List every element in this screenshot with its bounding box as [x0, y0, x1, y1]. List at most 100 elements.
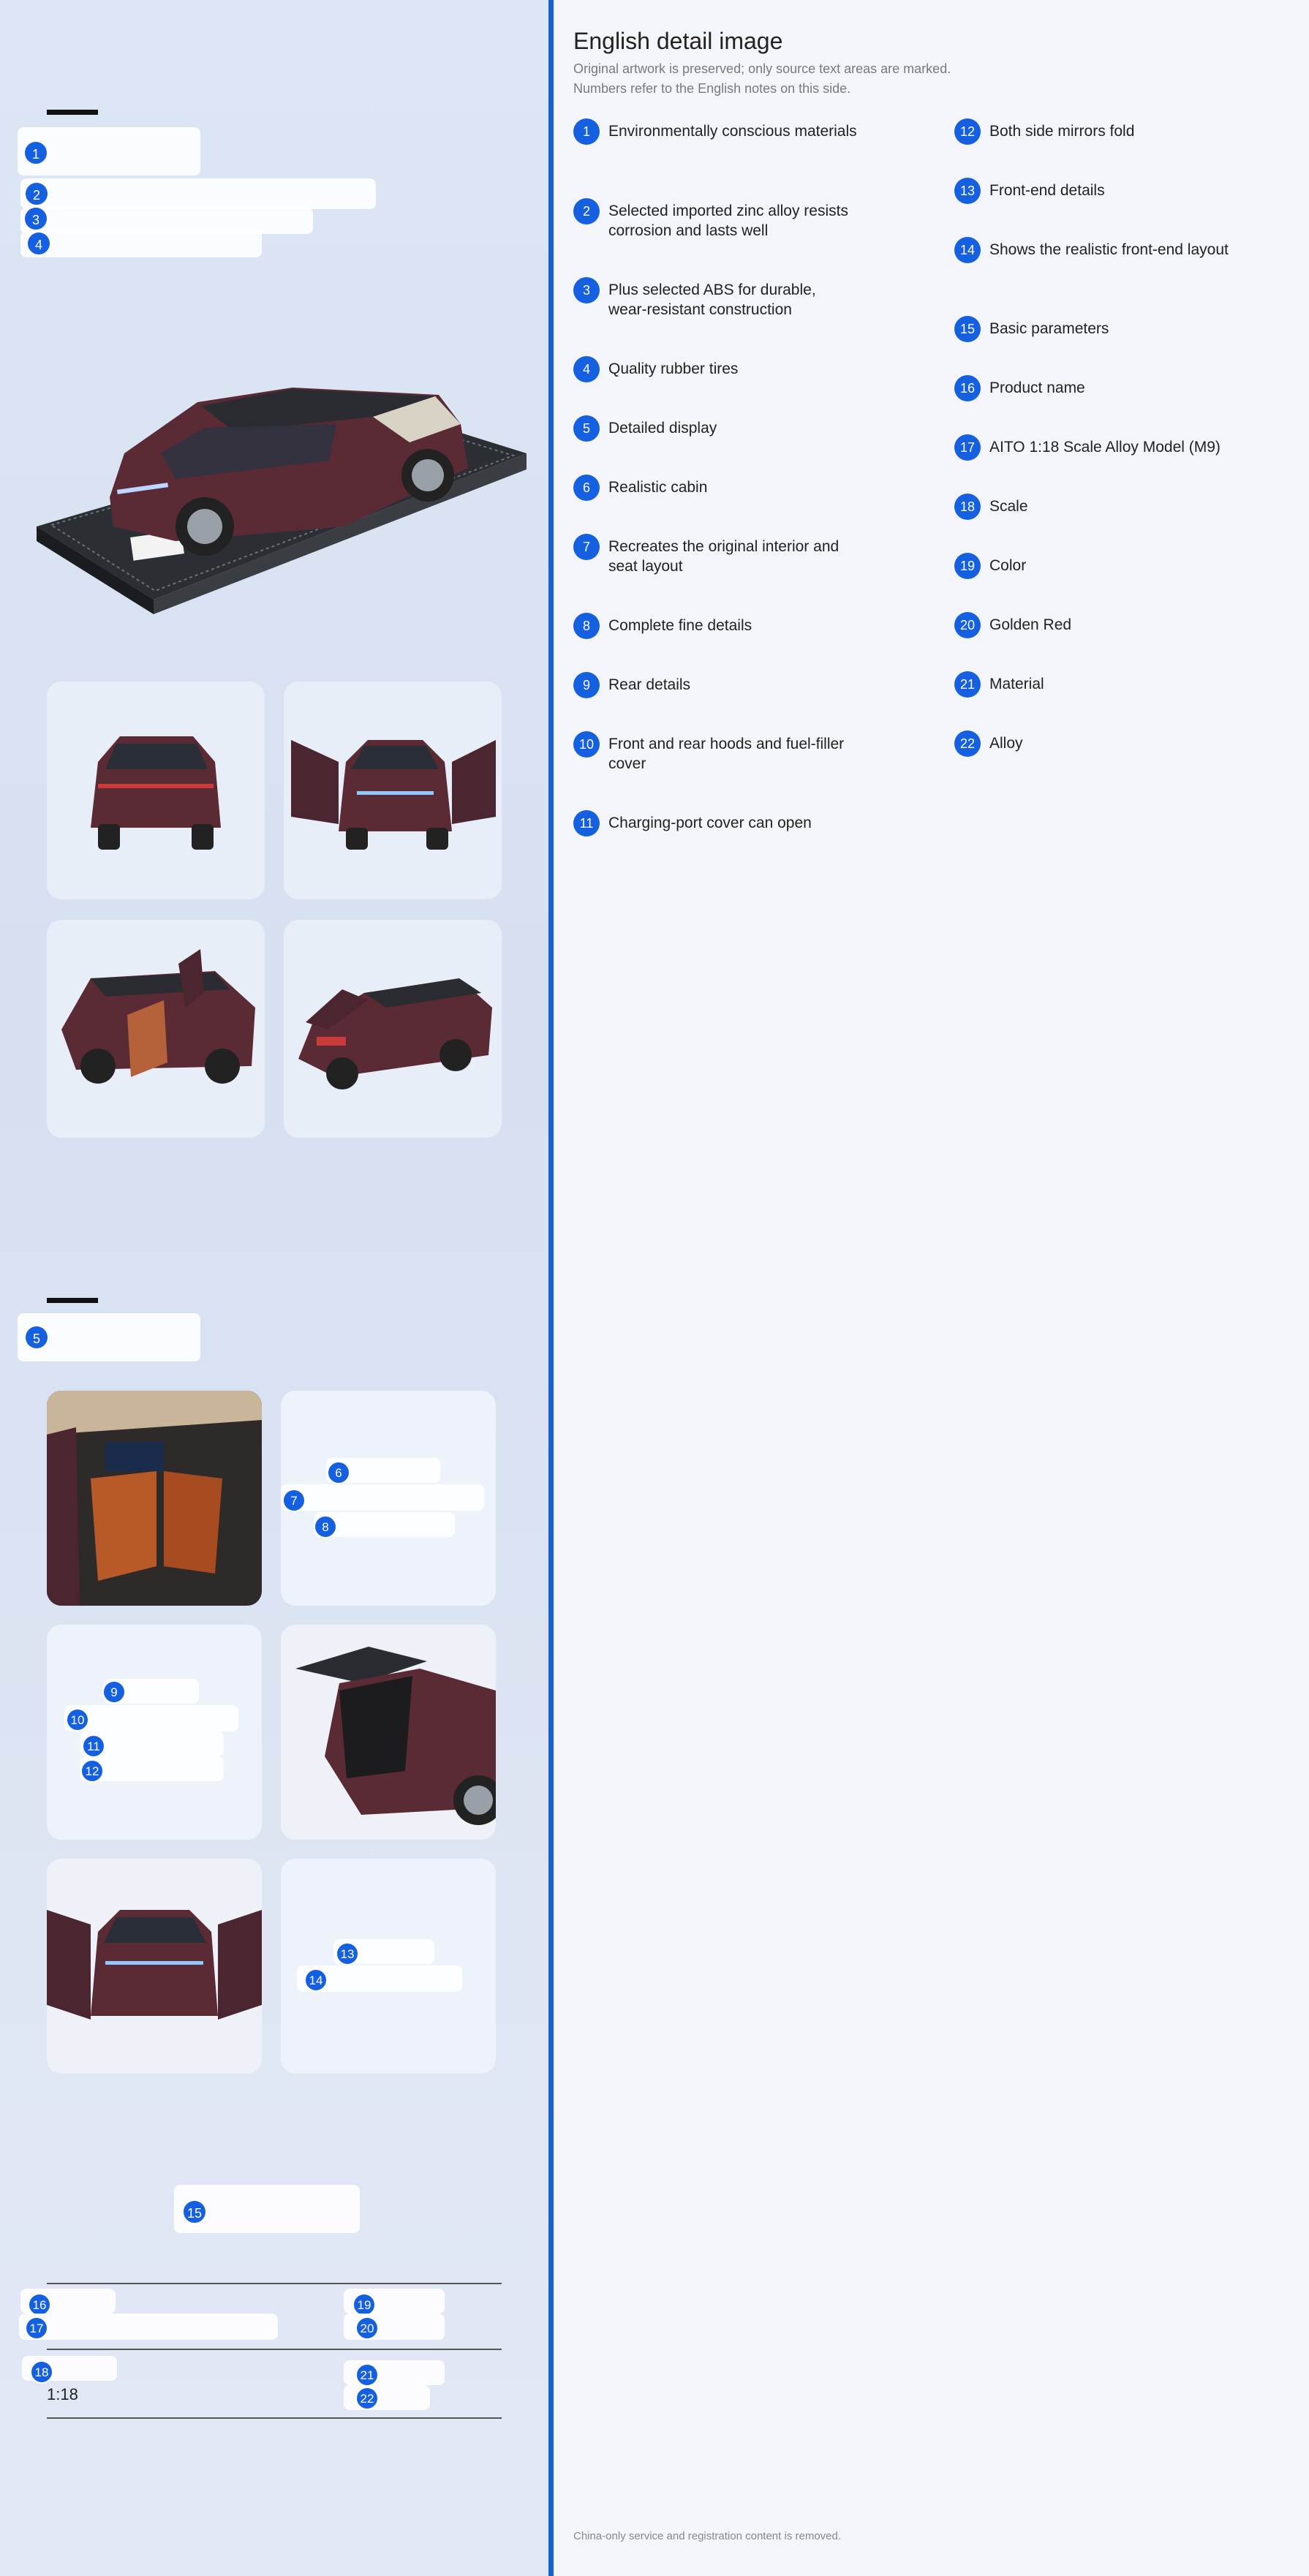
car-side-doors-open-photo — [47, 920, 265, 1138]
note-text: Selected imported zinc alloy resists cor… — [608, 203, 848, 239]
note-text: Environmentally conscious materials — [608, 123, 857, 140]
car-rear-photo — [47, 681, 265, 899]
note-text: Realistic cabin — [608, 479, 708, 496]
interior-photo — [47, 1391, 262, 1606]
trunk-photo — [281, 1625, 496, 1840]
note-text: Shows the realistic front-end layout — [989, 241, 1229, 258]
note-text: Material — [989, 676, 1044, 692]
note-text: Golden Red — [989, 616, 1072, 633]
original-artwork: 1 2 3 4 5 6 7 8 9 10 11 12 13 14 15 16 1… — [0, 0, 548, 2576]
note-item: 1 Environmentally conscious materials — [573, 118, 895, 145]
masked-text — [19, 2314, 278, 2340]
marker: 12 — [80, 1759, 104, 1783]
note-number-badge: 4 — [573, 356, 600, 382]
marker: 5 — [24, 1325, 49, 1350]
note-item: 11 Charging-port cover can open — [573, 810, 895, 836]
note-number-badge: 22 — [954, 730, 981, 757]
masked-text — [64, 1705, 238, 1731]
marker: 15 — [182, 2199, 207, 2224]
marker: 14 — [304, 1968, 328, 1992]
car-hood-open-photo — [284, 920, 502, 1138]
note-number-badge: 10 — [573, 731, 600, 758]
note-item: 21 Material — [954, 671, 1276, 698]
masked-text — [20, 231, 262, 257]
scale-value: 1:18 — [47, 2385, 78, 2403]
note-number-badge: 14 — [954, 237, 981, 263]
english-notes-panel: English detail image Original artwork is… — [554, 0, 1309, 2576]
note-text: Detailed display — [608, 420, 717, 437]
note-text: Front and rear hoods and fuel-filler cov… — [608, 736, 845, 772]
note-item: 7 Recreates the original interior and sea… — [573, 534, 895, 576]
note-item: 3 Plus selected ABS for durable, wear-res… — [573, 277, 895, 320]
marker: 20 — [355, 2316, 379, 2340]
note-text: Basic parameters — [989, 320, 1109, 337]
note-item: 15 Basic parameters — [954, 316, 1276, 342]
table-rule — [47, 2283, 502, 2284]
notes-subtitle: Numbers refer to the English notes on th… — [573, 81, 851, 96]
note-item: 9 Rear details — [573, 672, 895, 698]
note-text: Color — [989, 557, 1027, 574]
panel-divider — [548, 0, 554, 2576]
note-number-badge: 12 — [954, 118, 981, 145]
marker: 2 — [24, 181, 49, 206]
note-text: Charging-port cover can open — [608, 815, 812, 831]
note-text: Front-end details — [989, 182, 1105, 199]
marker: 10 — [66, 1708, 89, 1731]
car-front-doors-open-photo — [284, 681, 502, 899]
marker: 8 — [314, 1515, 337, 1538]
section-bar — [47, 110, 98, 115]
note-item: 19 Color — [954, 553, 1276, 579]
note-item: 14 Shows the realistic front-end layout — [954, 237, 1276, 263]
footer-note: China-only service and registration cont… — [573, 2530, 842, 2542]
note-text: Rear details — [608, 676, 691, 693]
front-view-photo — [47, 1859, 262, 2074]
note-text: AITO 1:18 Scale Alloy Model (M9) — [989, 439, 1221, 456]
note-number-badge: 3 — [573, 277, 600, 303]
note-number-badge: 16 — [954, 375, 981, 401]
marker: 6 — [327, 1461, 350, 1484]
note-number-badge: 20 — [954, 612, 981, 638]
note-number-badge: 19 — [954, 553, 981, 579]
note-item: 16 Product name — [954, 375, 1276, 401]
note-item: 17 AITO 1:18 Scale Alloy Model (M9) — [954, 434, 1276, 461]
note-number-badge: 7 — [573, 534, 600, 560]
masked-text — [20, 208, 313, 234]
marker: 3 — [23, 206, 48, 231]
note-text: Scale — [989, 498, 1028, 515]
note-item: 22 Alloy — [954, 730, 1276, 757]
note-item: 12 Both side mirrors fold — [954, 118, 1276, 145]
note-text: Product name — [989, 379, 1085, 396]
note-item: 6 Realistic cabin — [573, 475, 895, 501]
note-item: 5 Detailed display — [573, 415, 895, 442]
note-text: Recreates the original interior and seat… — [608, 538, 840, 575]
note-item: 20 Golden Red — [954, 612, 1276, 638]
note-number-badge: 13 — [954, 178, 981, 204]
note-number-badge: 6 — [573, 475, 600, 501]
section-bar — [47, 1298, 98, 1303]
marker: 11 — [82, 1734, 105, 1758]
note-item: 8 Complete fine details — [573, 613, 895, 639]
masked-text — [281, 1484, 484, 1511]
hero-car-image — [37, 388, 527, 614]
marker: 9 — [102, 1680, 126, 1704]
note-item: 10 Front and rear hoods and fuel-filler c… — [573, 731, 895, 774]
marker: 7 — [282, 1489, 306, 1512]
note-text: Complete fine details — [608, 617, 752, 634]
masked-text — [20, 178, 376, 209]
note-item: 4 Quality rubber tires — [573, 356, 895, 382]
note-number-badge: 8 — [573, 613, 600, 639]
table-rule — [47, 2349, 502, 2350]
note-number-badge: 21 — [954, 671, 981, 698]
note-item: 2 Selected imported zinc alloy resists co… — [573, 198, 895, 241]
notes-subtitle: Original artwork is preserved; only sour… — [573, 61, 951, 76]
note-item: 13 Front-end details — [954, 178, 1276, 204]
note-text: Alloy — [989, 735, 1023, 752]
marker: 1 — [23, 140, 48, 165]
notes-title: English detail image — [573, 28, 783, 54]
note-text: Quality rubber tires — [608, 360, 739, 377]
marker: 17 — [25, 2316, 48, 2340]
table-rule — [47, 2417, 502, 2419]
note-number-badge: 1 — [573, 118, 600, 145]
note-number-badge: 2 — [573, 198, 600, 224]
marker: 18 — [30, 2360, 53, 2384]
